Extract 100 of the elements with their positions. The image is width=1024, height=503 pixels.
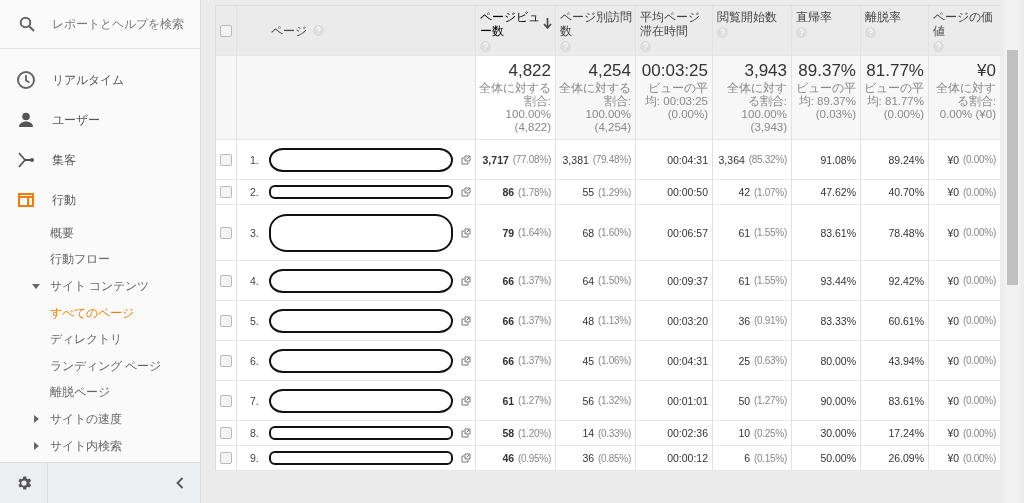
percent-label: (1.32%) [598,395,631,406]
nav-subitem[interactable]: ランディング ページ [0,352,200,380]
percent-label: (1.37%) [518,315,551,326]
percent-label: (0.00%) [963,154,996,165]
table-cell: 50 [738,394,751,407]
total-note: 全体に対する割合: 100.00% (4,254) [559,82,631,134]
checkbox[interactable] [220,24,232,37]
table-cell: 90.00% [820,394,856,407]
help-icon [640,41,651,52]
column-header[interactable]: ページ [271,23,307,38]
external-link-icon[interactable] [461,275,471,286]
table-cell: 00:02:36 [667,427,708,439]
external-link-icon[interactable] [461,227,471,238]
checkbox[interactable] [220,314,232,327]
table-cell: ¥0 [947,153,960,166]
fork-icon [16,150,36,170]
help-icon [480,41,491,52]
total-note: 全体に対する割合: 0.00% (¥0) [935,82,996,121]
checkbox[interactable] [220,226,232,239]
table-cell: 61 [738,274,751,287]
table-cell: 47.62% [820,186,856,198]
table-cell: 78.48% [888,226,924,239]
row-number: 2. [250,186,260,198]
checkbox[interactable] [220,186,232,198]
nav-subitem[interactable]: サイトの速度 [0,406,200,433]
table-cell: ¥0 [947,274,960,287]
table-cell: 89.24% [888,153,924,166]
checkbox[interactable] [220,394,232,407]
percent-label: (79.48%) [592,154,631,165]
nav-subitem[interactable]: サイト内検索 [0,432,200,460]
nav-item[interactable]: 集客 [0,140,200,180]
percent-label: (1.27%) [518,395,551,406]
search-field[interactable]: レポートとヘルプを検索 [52,17,192,31]
percent-label: (0.00%) [963,427,996,439]
table-cell: 10 [738,427,751,439]
percent-label: (0.33%) [598,427,631,439]
total-note: ビューの平均: 00:03:25 (0.00%) [643,82,708,121]
help-icon [560,41,571,52]
external-link-icon[interactable] [461,315,471,326]
table-cell: 46 [502,452,515,464]
checkbox[interactable] [220,274,232,287]
percent-label: (0.00%) [963,227,996,238]
external-link-icon[interactable] [461,154,471,165]
total-value: 3,943 [744,61,787,81]
table-cell: 64 [582,274,595,287]
external-link-icon[interactable] [461,187,471,197]
column-header[interactable]: 離脱率 [865,10,901,24]
checkbox[interactable] [220,427,232,439]
column-header[interactable]: 直帰率 [796,10,832,24]
layout-icon [16,190,36,210]
external-link-icon[interactable] [461,395,471,406]
checkbox[interactable] [220,153,232,166]
nav-subitem[interactable]: 概要 [0,220,200,247]
percent-label: (1.06%) [598,355,631,366]
percent-label: (85.32%) [748,154,787,165]
table-cell: 00:04:31 [667,354,708,367]
nav-subitem[interactable]: サイト コンテンツ [0,273,200,300]
total-note: ビューの平均: 89.37% (0.03%) [795,82,856,121]
external-link-icon[interactable] [461,355,471,366]
table-cell: 50.00% [820,452,856,464]
nav-item[interactable]: リアルタイム [0,60,200,100]
percent-label: (1.13%) [598,315,631,326]
total-note: 全体に対する割合: 100.00% (4,822) [479,82,551,134]
nav-item[interactable]: 行動 [0,180,200,220]
percent-label: (1.60%) [598,227,631,238]
table-cell: 3,364 [718,153,745,166]
table-cell: ¥0 [947,354,960,367]
checkbox[interactable] [220,452,232,464]
row-number: 6. [250,354,260,367]
percent-label: (0.85%) [598,452,631,464]
percent-label: (77.08%) [512,154,551,165]
percent-label: (1.37%) [518,275,551,286]
person-icon [16,110,36,130]
percent-label: (0.00%) [963,275,996,286]
percent-label: (1.27%) [754,395,787,406]
percent-label: (1.64%) [518,227,551,238]
table-cell: 00:00:50 [667,186,708,198]
external-link-icon[interactable] [461,453,471,463]
percent-label: (1.29%) [598,186,631,198]
table-cell: 00:03:20 [667,314,708,327]
table-cell: 91.08% [820,153,856,166]
table-cell: ¥0 [947,394,960,407]
scrollbar-thumb[interactable] [1007,50,1018,285]
nav-subitem[interactable]: ディレクトリ [0,326,200,353]
nav-subitem[interactable]: 行動フロー [0,246,200,274]
percent-label: (1.78%) [518,186,551,198]
table-cell: ¥0 [947,427,960,439]
table-cell: 00:00:12 [667,452,708,464]
percent-label: (1.50%) [598,275,631,286]
table-cell: 3,717 [482,153,509,166]
row-number: 4. [250,274,260,287]
nav-item[interactable]: ユーザー [0,100,200,140]
percent-label: (1.20%) [518,427,551,439]
external-link-icon[interactable] [461,428,471,438]
percent-label: (0.00%) [963,395,996,406]
nav-subitem[interactable]: 離脱ページ [0,379,200,407]
table-cell: 83.33% [820,314,856,327]
scrollbar[interactable] [1004,0,1021,503]
checkbox[interactable] [220,354,232,367]
row-number: 8. [250,427,260,439]
